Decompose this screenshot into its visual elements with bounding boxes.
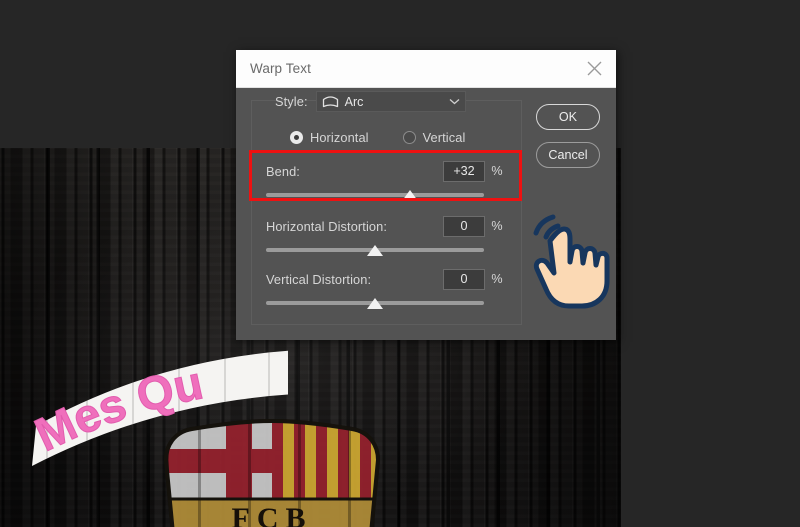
bend-slider[interactable] [266, 187, 484, 209]
bend-slider-thumb[interactable] [401, 190, 418, 201]
horizontal-distortion-input[interactable]: 0 [443, 215, 485, 237]
radio-horizontal[interactable]: Horizontal [290, 130, 369, 145]
dialog-buttons: OK Cancel [536, 104, 600, 168]
style-label: Style: [275, 94, 308, 109]
style-select[interactable]: Arc [315, 91, 466, 112]
radio-horizontal-label: Horizontal [310, 130, 369, 145]
ok-button[interactable]: OK [536, 104, 600, 130]
style-value: Arc [344, 94, 364, 109]
dialog-title: Warp Text [250, 61, 311, 76]
vertical-distortion-label: Vertical Distortion: [266, 271, 372, 287]
chevron-down-icon[interactable] [449, 98, 460, 105]
pointing-hand-cursor-icon [533, 214, 610, 309]
radio-vertical[interactable]: Vertical [402, 130, 466, 145]
radio-horizontal-dot [290, 131, 303, 144]
style-row: Style: Arc [275, 91, 466, 112]
bend-slider-block: Bend: +32 % [266, 160, 509, 209]
radio-vertical-dot [402, 131, 416, 144]
bend-slider-track [266, 193, 484, 197]
vertical-distortion-unit: % [491, 272, 503, 286]
horizontal-distortion-thumb[interactable] [367, 245, 383, 256]
radio-vertical-label: Vertical [422, 130, 466, 145]
bend-value-input[interactable]: +32 [443, 160, 485, 182]
dialog-titlebar: Warp Text [236, 50, 616, 88]
bend-label: Bend: [266, 163, 300, 179]
cancel-button[interactable]: Cancel [536, 142, 600, 168]
orientation-row: Horizontal Vertical [290, 130, 465, 145]
vertical-distortion-thumb[interactable] [367, 298, 383, 309]
horizontal-distortion-label: Horizontal Distortion: [266, 218, 387, 234]
arc-shape-icon [322, 96, 338, 108]
vertical-distortion-slider[interactable] [266, 295, 484, 317]
vertical-distortion-input[interactable]: 0 [443, 268, 485, 290]
app-screenshot: FCB Mes Qu Warp Text Style: Arc Horizont… [0, 0, 800, 527]
svg-text:FCB: FCB [232, 502, 313, 527]
close-icon[interactable] [572, 50, 616, 88]
horizontal-distortion-unit: % [491, 219, 503, 233]
horizontal-distortion-slider[interactable] [266, 242, 484, 264]
fcb-crest-artwork: FCB [163, 418, 381, 527]
bend-unit: % [491, 164, 503, 178]
horizontal-distortion-block: Horizontal Distortion: 0 % [266, 215, 509, 264]
vertical-distortion-block: Vertical Distortion: 0 % [266, 268, 509, 317]
